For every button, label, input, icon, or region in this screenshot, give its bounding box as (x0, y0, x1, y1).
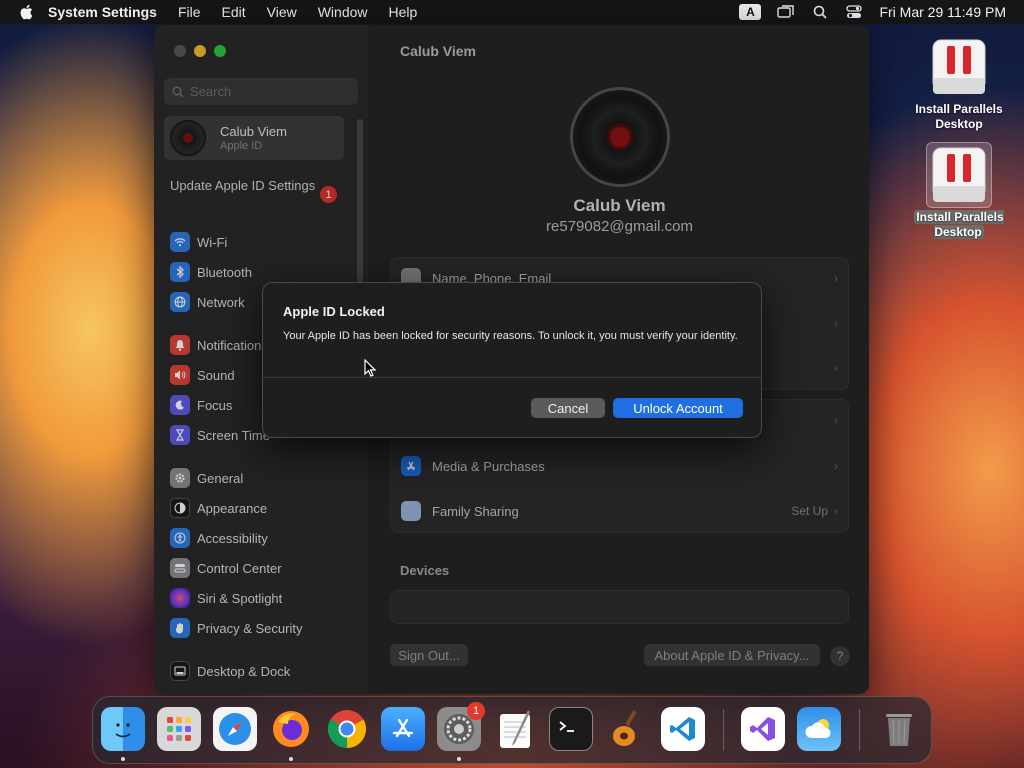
menubar-clock[interactable]: Fri Mar 29 11:49 PM (879, 4, 1006, 20)
dock-divider (859, 709, 860, 751)
garageband-icon[interactable] (605, 707, 649, 751)
terminal-icon[interactable] (549, 707, 593, 751)
menu-edit[interactable]: Edit (222, 4, 246, 20)
app-store-icon[interactable] (381, 707, 425, 751)
menu-file[interactable]: File (178, 4, 201, 20)
app-menu-system-settings[interactable]: System Settings (48, 4, 157, 20)
mouse-cursor-icon (364, 358, 377, 382)
weather-icon[interactable] (797, 707, 841, 751)
visual-studio-icon[interactable] (741, 707, 785, 751)
apple-id-locked-dialog: Apple ID Locked Your Apple ID has been l… (262, 282, 762, 438)
menu-window[interactable]: Window (318, 4, 368, 20)
dock-divider (723, 709, 724, 751)
dialog-message: Your Apple ID has been locked for securi… (283, 330, 738, 342)
trash-icon[interactable] (877, 707, 921, 751)
spotlight-search-icon[interactable] (811, 4, 829, 20)
desktop-icon-label: Install Parallels Desktop (914, 210, 1004, 239)
safari-icon[interactable] (213, 707, 257, 751)
running-indicator (121, 757, 125, 761)
cancel-button[interactable]: Cancel (531, 398, 605, 418)
dialog-title: Apple ID Locked (283, 304, 385, 319)
menu-help[interactable]: Help (389, 4, 418, 20)
desktop-icon-label: Install Parallels Desktop (915, 102, 1003, 131)
visual-studio-code-icon[interactable] (661, 707, 705, 751)
screen-mirroring-icon[interactable] (777, 4, 795, 20)
dock (92, 696, 932, 764)
running-indicator (457, 757, 461, 761)
unlock-account-button[interactable]: Unlock Account (613, 398, 743, 418)
menu-bar: System Settings File Edit View Window He… (0, 0, 1024, 24)
apple-menu-icon[interactable] (18, 4, 34, 20)
parallels-installer-icon (926, 34, 992, 100)
control-center-icon[interactable] (845, 4, 863, 20)
dialog-divider (263, 377, 761, 378)
finder-icon[interactable] (101, 707, 145, 751)
parallels-installer-icon (926, 142, 992, 208)
textedit-icon[interactable] (493, 707, 537, 751)
menu-view[interactable]: View (267, 4, 297, 20)
running-indicator (289, 757, 293, 761)
desktop-icon-parallels-installer-selected[interactable]: Install Parallels Desktop (904, 142, 1014, 240)
firefox-icon[interactable] (269, 707, 313, 751)
launchpad-icon[interactable] (157, 707, 201, 751)
chrome-icon[interactable] (325, 707, 369, 751)
system-settings-badge: 1 (467, 702, 485, 720)
desktop-icon-parallels-installer[interactable]: Install Parallels Desktop (904, 34, 1014, 132)
input-source-indicator[interactable]: A (739, 4, 762, 20)
